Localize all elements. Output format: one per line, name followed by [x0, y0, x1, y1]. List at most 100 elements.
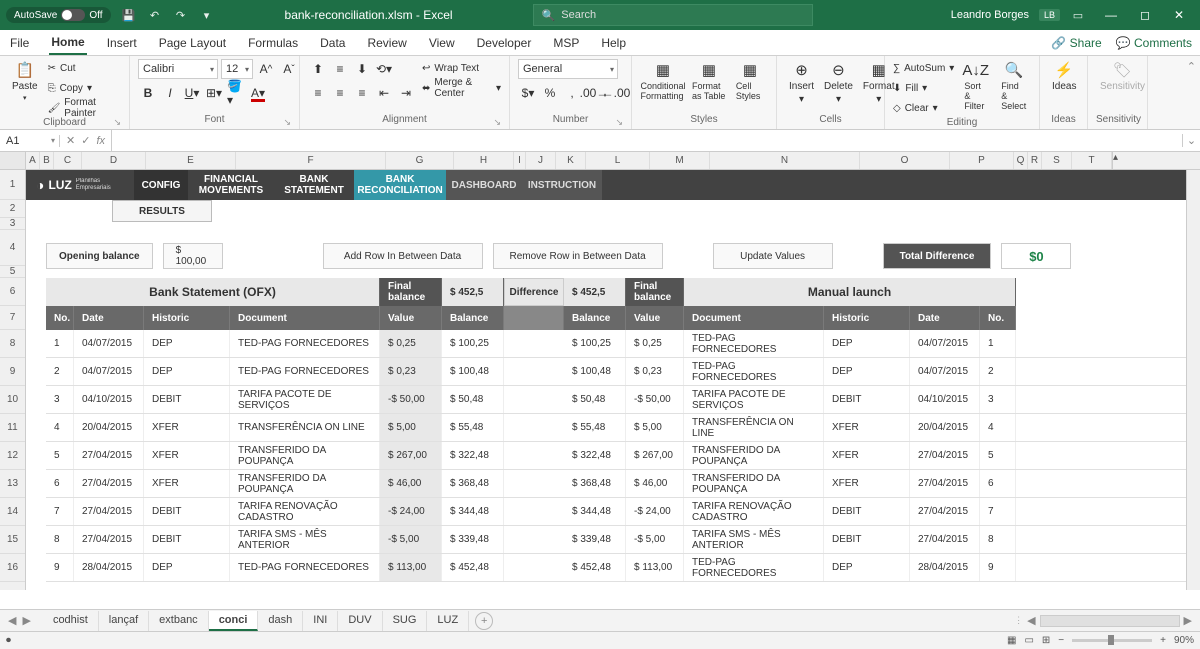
cell[interactable]: $ 368,48	[442, 470, 504, 497]
cell[interactable]: 04/07/2015	[74, 358, 144, 385]
row-header-10[interactable]: 10	[0, 386, 25, 414]
cell[interactable]: XFER	[144, 470, 230, 497]
cell[interactable]: $ 339,48	[442, 526, 504, 553]
cell[interactable]: -$ 24,00	[380, 498, 442, 525]
border-button[interactable]: ⊞▾	[204, 83, 224, 103]
font-size-combo[interactable]: 12	[221, 59, 253, 79]
align-bot-icon[interactable]: ⬇	[352, 59, 372, 79]
cell[interactable]: DEBIT	[824, 386, 910, 413]
cell[interactable]: 6	[980, 470, 1016, 497]
cell[interactable]: 8	[980, 526, 1016, 553]
cell[interactable]: DEBIT	[824, 498, 910, 525]
minimize-button[interactable]: —	[1096, 4, 1126, 26]
cell[interactable]: 2	[46, 358, 74, 385]
col-header-T[interactable]: T	[1072, 152, 1112, 169]
cell[interactable]: TRANSFERÊNCIA ON LINE	[230, 414, 380, 441]
table-row[interactable]: 104/07/2015DEPTED-PAG FORNECEDORES$ 0,25…	[46, 330, 1186, 358]
username[interactable]: Leandro Borges	[951, 9, 1029, 21]
clipboard-dialog-icon[interactable]: ↘	[113, 117, 121, 128]
cell[interactable]: $ 368,48	[564, 470, 626, 497]
cell[interactable]: $ 0,23	[626, 358, 684, 385]
col-header-P[interactable]: P	[950, 152, 1014, 169]
select-all-corner[interactable]	[0, 152, 26, 169]
ribbon-tab-formulas[interactable]: Formulas	[246, 32, 300, 54]
underline-button[interactable]: U▾	[182, 83, 202, 103]
delete-cells-button[interactable]: ⊖Delete▾	[820, 59, 857, 107]
cell[interactable]: DEP	[144, 358, 230, 385]
cell[interactable]: 5	[980, 442, 1016, 469]
row-header-3[interactable]: 3	[0, 218, 25, 230]
cell[interactable]: 3	[980, 386, 1016, 413]
align-left-icon[interactable]: ≡	[308, 83, 328, 103]
collapse-ribbon-icon[interactable]: ⌃	[1187, 60, 1196, 73]
col-header-G[interactable]: G	[386, 152, 454, 169]
cell[interactable]: 3	[46, 386, 74, 413]
sheet-nav-next-icon[interactable]: ▶	[22, 614, 30, 627]
row-header-14[interactable]: 14	[0, 498, 25, 526]
cell[interactable]: TARIFA SMS - MÊS ANTERIOR	[230, 526, 380, 553]
cell[interactable]: $ 452,48	[564, 554, 626, 581]
cell[interactable]: 20/04/2015	[74, 414, 144, 441]
col-header-K[interactable]: K	[556, 152, 586, 169]
table-row[interactable]: 304/10/2015DEBITTARIFA PACOTE DE SERVIÇO…	[46, 386, 1186, 414]
sheet-tab-INI[interactable]: INI	[303, 611, 338, 631]
alignment-dialog-icon[interactable]: ↘	[493, 117, 501, 128]
cell[interactable]: $ 113,00	[626, 554, 684, 581]
cell[interactable]: $ 5,00	[626, 414, 684, 441]
merge-center-button[interactable]: ⬌Merge & Center ▾	[422, 79, 501, 97]
cell[interactable]: XFER	[144, 442, 230, 469]
sheet-tab-LUZ[interactable]: LUZ	[427, 611, 469, 631]
font-dialog-icon[interactable]: ↘	[283, 117, 291, 128]
cell[interactable]: TED-PAG FORNECEDORES	[684, 330, 824, 357]
bold-button[interactable]: B	[138, 83, 158, 103]
cell[interactable]: $ 50,48	[442, 386, 504, 413]
table-row[interactable]: 627/04/2015XFERTRANSFERIDO DA POUPANÇA$ …	[46, 470, 1186, 498]
autosave-toggle[interactable]: AutoSave Off	[6, 7, 111, 23]
vscroll-top[interactable]: ▴	[1112, 152, 1126, 169]
cell[interactable]: 27/04/2015	[910, 526, 980, 553]
cell[interactable]: XFER	[824, 442, 910, 469]
autosum-button[interactable]: ∑ AutoSum ▾	[893, 59, 954, 77]
cell[interactable]: $ 267,00	[380, 442, 442, 469]
cell[interactable]: TARIFA PACOTE DE SERVIÇOS	[684, 386, 824, 413]
row-header-15[interactable]: 15	[0, 526, 25, 554]
cut-button[interactable]: ✂Cut	[48, 59, 121, 77]
cell[interactable]: 04/07/2015	[74, 330, 144, 357]
cell[interactable]	[504, 470, 564, 497]
insert-cells-button[interactable]: ⊕Insert▾	[785, 59, 818, 107]
col-header-O[interactable]: O	[860, 152, 950, 169]
ribbon-tab-insert[interactable]: Insert	[105, 32, 139, 54]
col-header-Q[interactable]: Q	[1014, 152, 1028, 169]
view-normal-icon[interactable]: ▦	[1007, 635, 1016, 646]
cell[interactable]: $ 55,48	[564, 414, 626, 441]
cancel-formula-icon[interactable]: ✕	[66, 134, 75, 147]
cell[interactable]: $ 452,48	[442, 554, 504, 581]
sensitivity-button[interactable]: 🏷Sensitivity	[1096, 59, 1149, 94]
cell[interactable]: -$ 5,00	[626, 526, 684, 553]
cell[interactable]: TARIFA RENOVAÇÃO CADASTRO	[230, 498, 380, 525]
fx-icon[interactable]: fx	[96, 135, 105, 147]
cell[interactable]: DEP	[144, 330, 230, 357]
ribbon-tab-data[interactable]: Data	[318, 32, 347, 54]
italic-button[interactable]: I	[160, 83, 180, 103]
cell[interactable]: $ 267,00	[626, 442, 684, 469]
col-header-E[interactable]: E	[146, 152, 236, 169]
cell[interactable]: DEP	[824, 358, 910, 385]
col-header-F[interactable]: F	[236, 152, 386, 169]
cell[interactable]: $ 46,00	[380, 470, 442, 497]
increase-font-icon[interactable]: A^	[256, 59, 276, 79]
cell[interactable]: $ 344,48	[442, 498, 504, 525]
row-header-9[interactable]: 9	[0, 358, 25, 386]
copy-button[interactable]: ⎘Copy ▾	[48, 79, 121, 97]
col-header-R[interactable]: R	[1028, 152, 1042, 169]
cond-format-button[interactable]: ▦Conditional Formatting	[640, 59, 686, 103]
cell[interactable]: $ 113,00	[380, 554, 442, 581]
cell[interactable]: TARIFA PACOTE DE SERVIÇOS	[230, 386, 380, 413]
nav-dashboard[interactable]: DASHBOARD	[446, 170, 522, 200]
cell[interactable]	[504, 526, 564, 553]
ribbon-tab-help[interactable]: Help	[599, 32, 628, 54]
table-row[interactable]: 827/04/2015DEBITTARIFA SMS - MÊS ANTERIO…	[46, 526, 1186, 554]
cell[interactable]: 5	[46, 442, 74, 469]
save-icon[interactable]: 💾	[121, 7, 137, 23]
cell[interactable]: DEBIT	[144, 498, 230, 525]
